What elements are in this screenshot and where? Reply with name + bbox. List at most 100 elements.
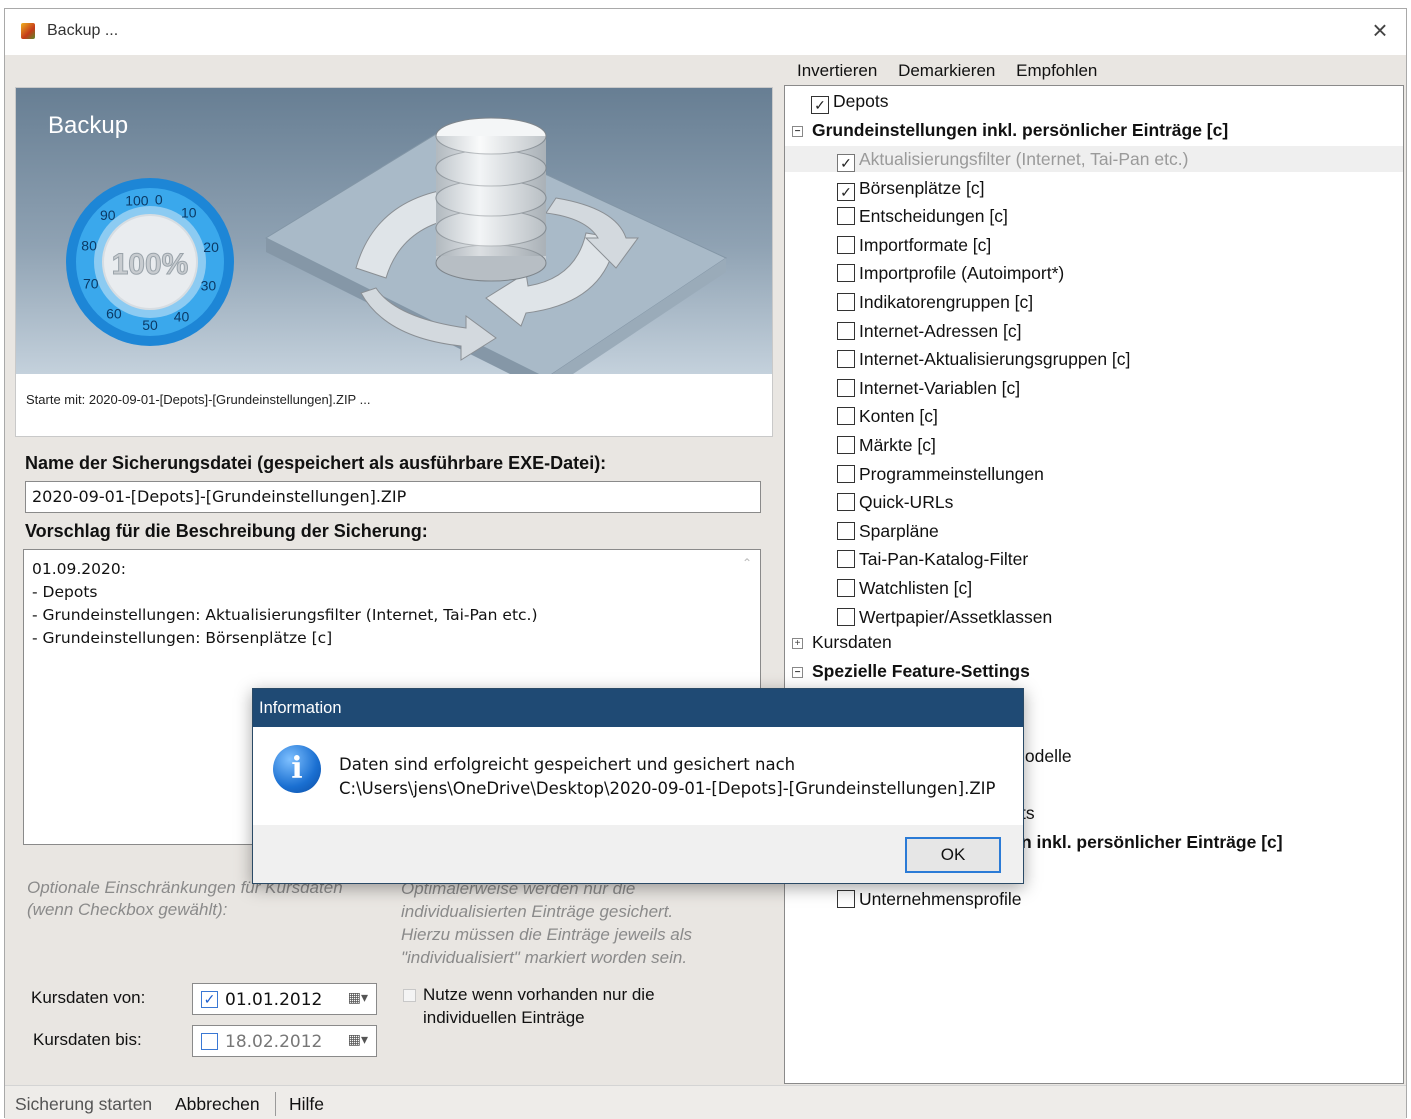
tree-item[interactable]: Importprofile (Autoimport*)	[837, 260, 1064, 286]
date-to-checkbox[interactable]	[201, 1033, 218, 1050]
tree-item[interactable]: Wertpapier/Assetklassen	[837, 604, 1052, 630]
invert-menu-item[interactable]: Invertieren	[797, 61, 877, 80]
dial-tick-label: 80	[81, 238, 97, 254]
dialog-footer: OK	[253, 825, 1023, 883]
tree-item[interactable]: Märkte [c]	[837, 432, 936, 458]
checkbox[interactable]	[837, 464, 855, 483]
backup-banner: Backup 100% 100 0 10 20 30 40 50 60 70 80 90	[15, 87, 773, 437]
checkbox[interactable]	[837, 264, 855, 283]
checkbox[interactable]	[837, 607, 855, 626]
checkbox[interactable]	[837, 321, 855, 340]
tree-item[interactable]: Entscheidungen [c]	[837, 203, 1008, 229]
dialog-message-path: C:\Users\jens\OneDrive\Desktop\2020-09-0…	[339, 779, 996, 798]
date-from-checkbox[interactable]: ✓	[201, 991, 218, 1008]
unmark-menu-item[interactable]: Demarkieren	[898, 61, 995, 80]
dial-tick-label: 20	[203, 239, 219, 255]
checkbox[interactable]: ✓	[837, 154, 855, 172]
checkbox[interactable]: ✓	[811, 96, 829, 114]
recommended-menu-item[interactable]: Empfohlen	[1016, 61, 1097, 80]
date-from-value: 01.01.2012	[225, 990, 323, 1010]
cancel-button[interactable]: Abbrechen	[175, 1094, 260, 1115]
window-title: Backup ...	[47, 22, 119, 39]
banner-illustration: Backup 100% 100 0 10 20 30 40 50 60 70 80 90	[16, 88, 772, 374]
tree-item-depots[interactable]: ✓ Depots	[811, 88, 888, 114]
help-button[interactable]: Hilfe	[289, 1094, 324, 1115]
dialog-message: Daten sind erfolgreicht gespeichert und …	[339, 753, 995, 801]
date-to-value: 18.02.2012	[225, 1032, 323, 1052]
tree-item[interactable]: Importformate [c]	[837, 232, 991, 258]
tree-item-label: Importprofile (Autoimport*)	[859, 263, 1065, 284]
options-note: Optimalerweise werden nur die individual…	[401, 877, 761, 969]
date-from-label: Kursdaten von:	[31, 988, 146, 1007]
options-label-line: (wenn Checkbox gewählt):	[27, 900, 228, 919]
tree-group-label: Spezielle Feature-Settings	[812, 661, 1030, 681]
tree-item-label: Depots	[833, 91, 889, 111]
tree-group-grundeinstellungen[interactable]: − Grundeinstellungen inkl. persönlicher E…	[792, 117, 1228, 143]
expand-icon[interactable]: +	[792, 638, 803, 649]
filename-label: Name der Sicherungsdatei (gespeichert al…	[25, 453, 607, 473]
tree-item-unternehmensprofile[interactable]: Unternehmensprofile	[837, 886, 1021, 912]
dial-tick-label: 60	[106, 306, 122, 322]
tree-item-label: Aktualisierungsfilter (Internet, Tai-Pan…	[859, 149, 1189, 169]
checkbox[interactable]	[837, 378, 855, 397]
tree-item-label: Quick-URLs	[859, 492, 954, 513]
tree-item[interactable]: Programmeinstellungen	[837, 461, 1044, 487]
dialog-message-line: Daten sind erfolgreicht gespeichert und …	[339, 755, 796, 774]
tree-item-label: Internet-Adressen [c]	[859, 320, 1022, 341]
description-label: Vorschlag für die Beschreibung der Siche…	[25, 521, 428, 541]
checkbox[interactable]: ✓	[837, 182, 855, 201]
tree-item[interactable]: Internet-Variablen [c]	[837, 375, 1020, 401]
individual-entries-label-line: Nutze wenn vorhanden nur die	[423, 985, 655, 1004]
dial-percent: 100%	[112, 248, 189, 281]
tree-group-kursdaten[interactable]: + Kursdaten	[792, 629, 892, 655]
scroll-up-icon[interactable]: ⌃	[742, 556, 752, 570]
collapse-icon[interactable]: −	[792, 126, 803, 137]
checkbox[interactable]	[837, 407, 855, 426]
tree-item-label: Tai-Pan-Katalog-Filter	[859, 549, 1029, 570]
dial-tick-label: 40	[174, 309, 190, 325]
individual-entries-checkbox[interactable]	[403, 989, 416, 1002]
individual-entries-label-line: individuellen Einträge	[423, 1008, 585, 1027]
tree-item-label: Watchlisten [c]	[859, 578, 973, 598]
tree-group-spezielle-feature-settings[interactable]: − Spezielle Feature-Settings	[792, 658, 1030, 684]
tree-item[interactable]: Internet-Adressen [c]	[837, 318, 1021, 344]
filename-input[interactable]: 2020-09-01-[Depots]-[Grundeinstellungen]…	[25, 481, 761, 513]
checkbox[interactable]	[837, 293, 855, 311]
information-dialog: Information i Daten sind erfolgreicht ge…	[252, 688, 1024, 884]
checkbox[interactable]	[837, 235, 855, 254]
tree-item[interactable]: Konten [c]	[837, 403, 938, 429]
tree-item[interactable]: Indikatorengruppen [c]	[837, 289, 1033, 315]
tree-item[interactable]: Quick-URLs	[837, 489, 953, 515]
date-to-picker[interactable]: 18.02.2012 ▦▾	[192, 1025, 377, 1057]
tree-item-label: Entscheidungen [c]	[859, 206, 1008, 227]
tree-item-label: Unternehmensprofile	[859, 889, 1022, 909]
backup-status-text: Starte mit: 2020-09-01-[Depots]-[Grundei…	[26, 392, 371, 407]
tree-item-partial: lodelle	[1021, 746, 1072, 766]
checkbox[interactable]	[837, 579, 855, 597]
tree-menu: Invertieren Demarkieren Empfohlen	[797, 61, 1113, 81]
calendar-dropdown-icon[interactable]: ▦▾	[348, 989, 368, 1006]
backup-window: Backup ... × Backup 100% 100 0 10 20 30 40 50 6…	[4, 8, 1407, 1119]
checkbox[interactable]	[837, 436, 855, 454]
start-backup-button[interactable]: Sicherung starten	[15, 1094, 152, 1115]
calendar-dropdown-icon[interactable]: ▦▾	[348, 1031, 368, 1048]
checkbox[interactable]	[837, 207, 855, 226]
tree-item[interactable]: Watchlisten [c]	[837, 575, 972, 601]
tree-item[interactable]: Tai-Pan-Katalog-Filter	[837, 546, 1028, 572]
checkbox[interactable]	[837, 350, 855, 369]
checkbox[interactable]	[837, 493, 855, 512]
close-icon[interactable]: ×	[1368, 17, 1392, 43]
checkbox[interactable]	[837, 550, 855, 569]
tree-item[interactable]: Internet-Aktualisierungsgruppen [c]	[837, 346, 1130, 372]
ok-button[interactable]: OK	[905, 837, 1001, 873]
tree-item-label: Börsenplätze [c]	[859, 177, 985, 198]
tree-item[interactable]: Sparpläne	[837, 518, 939, 544]
tree-item[interactable]: ✓ Aktualisierungsfilter (Internet, Tai-Pa…	[785, 146, 1403, 172]
tree-item-label: Märkte [c]	[859, 435, 936, 455]
dial-tick-label: 90	[100, 207, 116, 223]
checkbox[interactable]	[837, 890, 855, 908]
date-from-picker[interactable]: ✓ 01.01.2012 ▦▾	[192, 983, 377, 1015]
checkbox[interactable]	[837, 521, 855, 540]
collapse-icon[interactable]: −	[792, 667, 803, 678]
tree-item[interactable]: ✓ Börsenplätze [c]	[837, 175, 984, 201]
